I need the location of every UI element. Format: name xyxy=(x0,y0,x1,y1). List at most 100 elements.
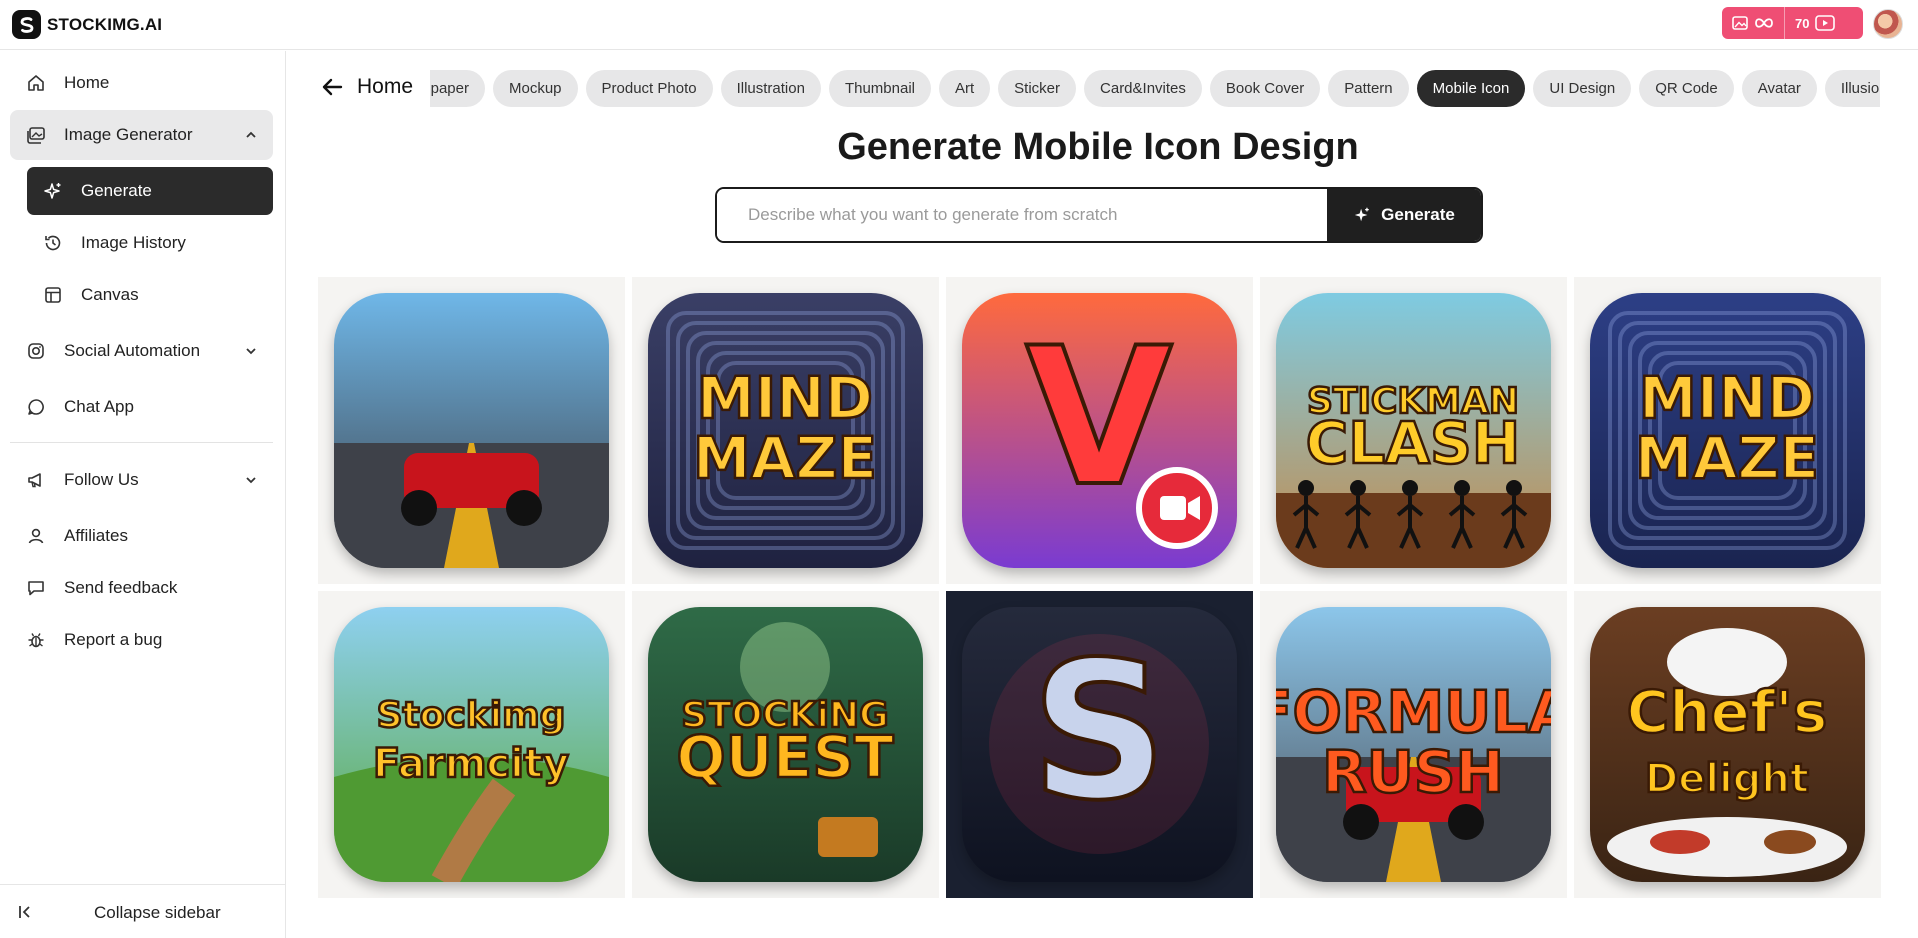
infinity-icon xyxy=(1755,18,1773,28)
example-gallery: MIND MAZE V STICKMAN CLASH MIND MAZE Stockimg Fa… xyxy=(318,277,1882,898)
gallery-item[interactable]: STICKMAN CLASH xyxy=(1260,277,1567,584)
sidebar-divider xyxy=(10,442,273,443)
category-chip-sticker[interactable]: Sticker xyxy=(998,70,1077,107)
sidebar-item-follow-us[interactable]: Follow Us xyxy=(10,455,273,505)
chat-icon xyxy=(28,399,44,415)
gallery-item[interactable]: MIND MAZE xyxy=(632,277,939,584)
category-chip-illusion[interactable]: Illusion xyxy=(1824,70,1880,107)
video-credit-count: 70 xyxy=(1795,15,1810,31)
collapse-sidebar-label: Collapse sidebar xyxy=(94,903,221,922)
app-icon-title-line1: Chef's xyxy=(1627,678,1828,746)
app-icon-image: S xyxy=(962,607,1237,882)
app-icon-title-line2: QUEST xyxy=(676,723,894,791)
category-chip-pattern[interactable]: Pattern xyxy=(1328,70,1409,107)
sidebar-item-home[interactable]: Home xyxy=(10,58,273,108)
app-icon-image: V xyxy=(962,293,1237,568)
message-square-icon xyxy=(28,581,44,596)
app-icon-title-line1: V xyxy=(1025,307,1172,528)
app-icon-image: MIND MAZE xyxy=(1590,293,1865,568)
sidebar-item-label: Social Automation xyxy=(64,341,201,360)
category-chip-product-photo[interactable]: Product Photo xyxy=(585,70,713,107)
video-icon xyxy=(1815,15,1836,31)
gallery-item[interactable]: STOCKiNG QUEST xyxy=(632,591,939,898)
category-chip-mobile-icon[interactable]: Mobile Icon xyxy=(1416,70,1526,107)
app-icon-image: FORMULARUSH xyxy=(1276,607,1551,882)
gallery-item[interactable]: V xyxy=(946,277,1253,584)
credits-badge[interactable]: 70 xyxy=(1722,7,1863,39)
app-icon-title-line1: MIND xyxy=(697,364,873,432)
gallery-item[interactable]: S xyxy=(946,591,1253,898)
app-icon-image xyxy=(334,293,609,568)
user-icon xyxy=(28,528,44,544)
app-icon-image: Stockimg Farmcity xyxy=(334,607,609,882)
video-credit: 70 xyxy=(1784,7,1845,39)
app-icon-image: STICKMAN CLASH xyxy=(1276,293,1551,568)
category-chip-card-invites[interactable]: Card&Invites xyxy=(1084,70,1202,107)
page-title: Generate Mobile Icon Design xyxy=(837,126,1359,168)
sidebar-item-affiliates[interactable]: Affiliates xyxy=(10,511,273,561)
home-icon xyxy=(28,75,44,91)
category-chip-avatar[interactable]: Avatar xyxy=(1741,70,1817,107)
sidebar-item-label: Image History xyxy=(81,233,186,252)
megaphone-icon xyxy=(28,473,41,488)
sidebar-item-generate[interactable]: Generate xyxy=(27,167,273,215)
app-icon-title-line2: Delight xyxy=(1645,756,1809,802)
unlimited-images-credit xyxy=(1722,7,1784,39)
category-track: WallpaperMockupProduct PhotoIllustration… xyxy=(430,70,1880,107)
sidebar-item-label: Affiliates xyxy=(64,526,128,545)
collapse-left-icon xyxy=(19,906,30,918)
sidebar-item-report-bug[interactable]: Report a bug xyxy=(10,615,273,665)
gallery-item[interactable]: Chef's Delight xyxy=(1574,591,1881,898)
category-chip-wallpaper[interactable]: Wallpaper xyxy=(430,70,485,107)
sparkles-icon xyxy=(44,183,61,199)
generate-button-label: Generate xyxy=(1381,205,1455,224)
sidebar-item-chat-app[interactable]: Chat App xyxy=(10,382,273,432)
category-chip-mockup[interactable]: Mockup xyxy=(492,70,578,107)
app-icon-title-line2: RUSH xyxy=(1322,738,1504,806)
user-avatar[interactable] xyxy=(1873,9,1903,39)
category-chip-qr-code[interactable]: QR Code xyxy=(1639,70,1734,107)
sidebar-item-canvas[interactable]: Canvas xyxy=(27,271,273,319)
sidebar-item-label: Send feedback xyxy=(64,578,178,597)
sidebar: Home Image Generator Generate Image Hist… xyxy=(0,51,286,938)
category-chip-thumbnail[interactable]: Thumbnail xyxy=(828,70,931,107)
gallery-item[interactable]: Stockimg Farmcity xyxy=(318,591,625,898)
category-chip-art[interactable]: Art xyxy=(939,70,991,107)
prompt-input[interactable] xyxy=(717,189,1327,241)
logo-mark-icon xyxy=(12,10,41,39)
back-home-button[interactable]: Home xyxy=(319,74,413,100)
sidebar-item-send-feedback[interactable]: Send feedback xyxy=(10,563,273,613)
app-icon-title-line2: MAZE xyxy=(1635,424,1819,492)
category-chip-illustration[interactable]: Illustration xyxy=(720,70,821,107)
instagram-icon xyxy=(28,343,44,359)
app-icon-image: STOCKiNG QUEST xyxy=(648,607,923,882)
app-icon-image: MIND MAZE xyxy=(648,293,923,568)
generate-button[interactable]: Generate xyxy=(1327,189,1481,241)
chevron-down-icon xyxy=(246,348,256,355)
app-icon-title-line1: S xyxy=(1031,621,1168,842)
sparkles-icon xyxy=(1354,207,1369,222)
app-icon-title-line1: MIND xyxy=(1639,364,1815,432)
app-icon-title-line2: CLASH xyxy=(1306,409,1521,477)
collapse-sidebar-button[interactable]: Collapse sidebar xyxy=(0,884,286,938)
sidebar-item-label: Follow Us xyxy=(64,470,139,489)
chevron-down-icon xyxy=(246,477,256,484)
brand-logo[interactable]: STOCKIMG.AI xyxy=(12,10,162,39)
gallery-item[interactable]: FORMULARUSH xyxy=(1260,591,1567,898)
gallery-item[interactable]: MIND MAZE xyxy=(1574,277,1881,584)
brand-name: STOCKIMG.AI xyxy=(47,14,163,34)
top-bar: STOCKIMG.AI 70 xyxy=(0,0,1918,50)
prompt-bar: Generate xyxy=(715,187,1483,243)
sidebar-item-image-history[interactable]: Image History xyxy=(27,219,273,267)
category-chip-book-cover[interactable]: Book Cover xyxy=(1209,70,1321,107)
sidebar-item-social-automation[interactable]: Social Automation xyxy=(10,326,273,376)
gallery-item[interactable] xyxy=(318,277,625,584)
category-chip-ui-design[interactable]: UI Design xyxy=(1533,70,1632,107)
app-icon-title-line1: FORMULA xyxy=(1276,678,1551,746)
app-icon-image: Chef's Delight xyxy=(1590,607,1865,882)
layout-icon xyxy=(45,287,61,303)
bug-icon xyxy=(28,633,44,648)
image-icon xyxy=(1732,16,1748,30)
app-icon-title-line2: Farmcity xyxy=(373,741,569,787)
app-icon-title-line1: Stockimg xyxy=(377,695,566,736)
